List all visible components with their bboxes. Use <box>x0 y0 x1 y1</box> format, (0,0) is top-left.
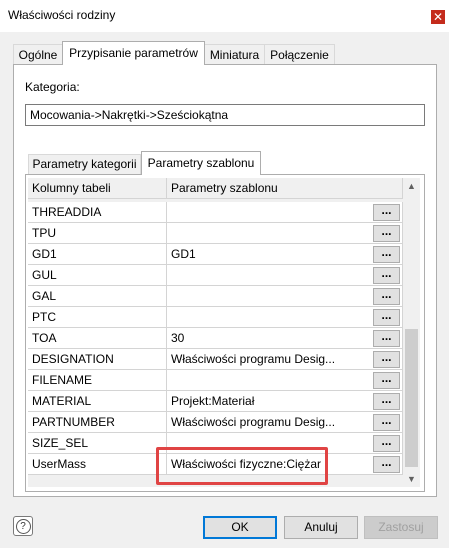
table-row[interactable]: GD1 GD1... <box>28 244 403 265</box>
template-param-cell[interactable]: Projekt:Materiał... <box>167 391 403 412</box>
table-row[interactable]: GUL ... <box>28 265 403 286</box>
table-row[interactable]: TPU ... <box>28 223 403 244</box>
table-row[interactable]: FILENAME ... <box>28 370 403 391</box>
parameter-grid: Kolumny tabeli Parametry szablonu THREAD… <box>28 178 403 487</box>
table-row[interactable]: PTC ... <box>28 307 403 328</box>
browse-button[interactable]: ... <box>373 456 400 473</box>
scrollbar-thumb[interactable] <box>405 329 418 467</box>
table-row[interactable]: MATERIAL Projekt:Materiał... <box>28 391 403 412</box>
column-name-cell[interactable]: TOA <box>28 328 167 349</box>
template-param-cell[interactable]: GD1... <box>167 244 403 265</box>
browse-button[interactable]: ... <box>373 414 400 431</box>
template-param-cell[interactable]: ... <box>167 307 403 328</box>
browse-button[interactable]: ... <box>373 204 400 221</box>
title-bar: Właściwości rodziny ✕ <box>0 0 449 32</box>
browse-button[interactable]: ... <box>373 330 400 347</box>
table-row[interactable]: TOA 30... <box>28 328 403 349</box>
column-name-cell[interactable]: DESIGNATION <box>28 349 167 370</box>
category-field[interactable]: Mocowania->Nakrętki->Sześciokątna <box>25 104 425 126</box>
column-name-cell[interactable]: SIZE_SEL <box>28 433 167 454</box>
column-header-template-parameters[interactable]: Parametry szablonu <box>167 178 403 199</box>
ok-button[interactable]: OK <box>203 516 277 539</box>
browse-button[interactable]: ... <box>373 435 400 452</box>
column-name-cell[interactable]: PTC <box>28 307 167 328</box>
template-param-cell[interactable]: ... <box>167 286 403 307</box>
subtab-template-parameters[interactable]: Parametry szablonu <box>141 151 261 175</box>
close-icon[interactable]: ✕ <box>431 10 445 24</box>
column-name-cell[interactable]: THREADDIA <box>28 202 167 223</box>
column-name-cell[interactable]: GD1 <box>28 244 167 265</box>
subtab-category-parameters[interactable]: Parametry kategorii <box>28 154 141 174</box>
browse-button[interactable]: ... <box>373 351 400 368</box>
scroll-up-icon[interactable]: ▲ <box>403 181 420 191</box>
tab-parameter-assignment[interactable]: Przypisanie parametrów <box>62 41 205 65</box>
template-param-cell[interactable]: ... <box>167 202 403 223</box>
column-name-cell[interactable]: MATERIAL <box>28 391 167 412</box>
column-name-cell[interactable]: PARTNUMBER <box>28 412 167 433</box>
template-param-cell[interactable]: ... <box>167 265 403 286</box>
apply-button[interactable]: Zastosuj <box>364 516 438 539</box>
template-param-cell[interactable]: Właściwości programu Desig...... <box>167 412 403 433</box>
table-row[interactable]: THREADDIA ... <box>28 202 403 223</box>
tab-connection[interactable]: Połączenie <box>264 44 335 64</box>
browse-button[interactable]: ... <box>373 246 400 263</box>
param-value: Właściwości programu Desig... <box>171 415 336 429</box>
browse-button[interactable]: ... <box>373 309 400 326</box>
template-param-cell[interactable]: Właściwości programu Desig...... <box>167 349 403 370</box>
tab-thumbnail[interactable]: Miniatura <box>204 44 265 64</box>
param-value: Projekt:Materiał <box>171 394 255 408</box>
param-value: GD1 <box>171 247 196 261</box>
browse-button[interactable]: ... <box>373 267 400 284</box>
scroll-down-icon[interactable]: ▼ <box>403 474 420 484</box>
column-name-cell[interactable]: GUL <box>28 265 167 286</box>
param-value: 30 <box>171 331 185 345</box>
browse-button[interactable]: ... <box>373 288 400 305</box>
column-name-cell[interactable]: FILENAME <box>28 370 167 391</box>
template-param-cell[interactable]: ... <box>167 370 403 391</box>
tab-general[interactable]: Ogólne <box>13 44 63 64</box>
browse-button[interactable]: ... <box>373 225 400 242</box>
column-name-cell[interactable]: TPU <box>28 223 167 244</box>
column-name-cell[interactable]: GAL <box>28 286 167 307</box>
table-row[interactable]: DESIGNATION Właściwości programu Desig..… <box>28 349 403 370</box>
category-label: Kategoria: <box>25 80 80 94</box>
table-row[interactable]: GAL ... <box>28 286 403 307</box>
column-header-table-columns[interactable]: Kolumny tabeli <box>28 178 167 199</box>
column-name-cell[interactable]: UserMass <box>28 454 167 475</box>
table-row[interactable]: PARTNUMBER Właściwości programu Desig...… <box>28 412 403 433</box>
param-value: Właściwości programu Desig... <box>171 352 336 366</box>
browse-button[interactable]: ... <box>373 372 400 389</box>
highlight-box <box>156 447 328 485</box>
vertical-scrollbar[interactable]: ▲ ▼ <box>403 178 420 487</box>
browse-button[interactable]: ... <box>373 393 400 410</box>
template-param-cell[interactable]: 30... <box>167 328 403 349</box>
template-param-cell[interactable]: ... <box>167 223 403 244</box>
help-button[interactable]: ? <box>13 516 33 536</box>
help-icon: ? <box>15 519 31 534</box>
cancel-button[interactable]: Anuluj <box>284 516 358 539</box>
window-title: Właściwości rodziny <box>8 8 116 22</box>
